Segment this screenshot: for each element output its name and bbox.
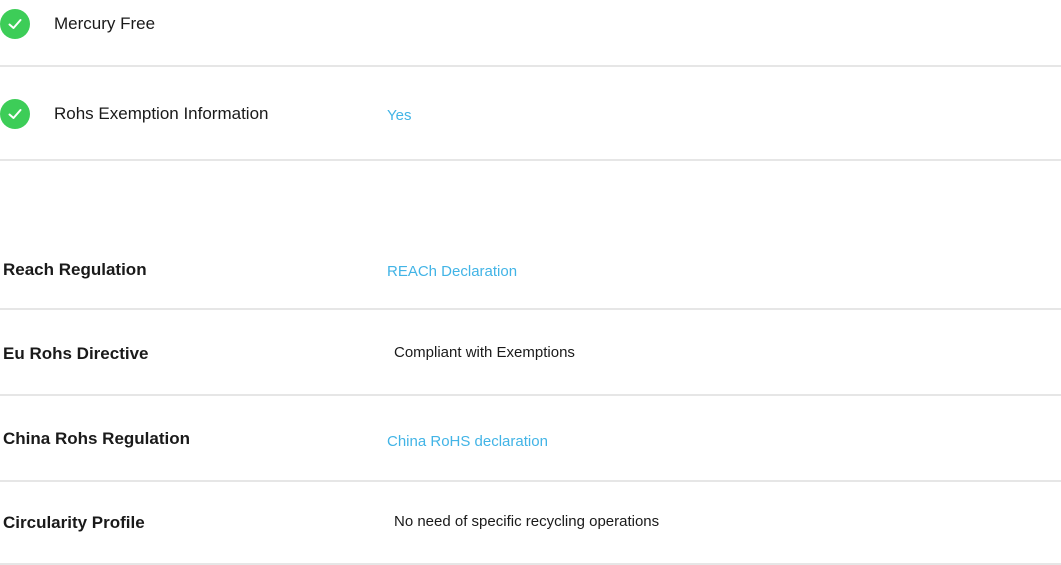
divider [0,159,1061,161]
spec-label: China Rohs Regulation [3,429,190,448]
spec-row-reach-regulation: Reach Regulation REACh Declaration [0,230,1061,309]
spec-row-china-rohs-regulation: China Rohs Regulation China RoHS declara… [0,396,1061,480]
feature-label: Mercury Free [54,14,156,33]
reach-declaration-link[interactable]: REACh Declaration [387,263,517,280]
spec-row-circularity-profile: Circularity Profile No need of specific … [0,482,1061,564]
spec-label: Eu Rohs Directive [3,344,149,363]
spec-value: Compliant with Exemptions [394,344,575,361]
china-rohs-declaration-link[interactable]: China RoHS declaration [387,433,548,450]
check-circle-icon [0,9,30,39]
spec-label: Circularity Profile [3,513,145,532]
feature-row-rohs-exemption: Rohs Exemption Information Yes [0,67,1061,159]
spec-value: No need of specific recycling operations [394,513,660,530]
spec-row-eu-rohs-directive: Eu Rohs Directive Compliant with Exempti… [0,310,1061,394]
feature-label: Rohs Exemption Information [54,104,269,123]
rohs-exemption-yes-link[interactable]: Yes [387,107,411,124]
check-circle-icon [0,99,30,129]
feature-row-mercury-free: Mercury Free [0,0,1061,66]
spec-label: Reach Regulation [3,260,147,279]
